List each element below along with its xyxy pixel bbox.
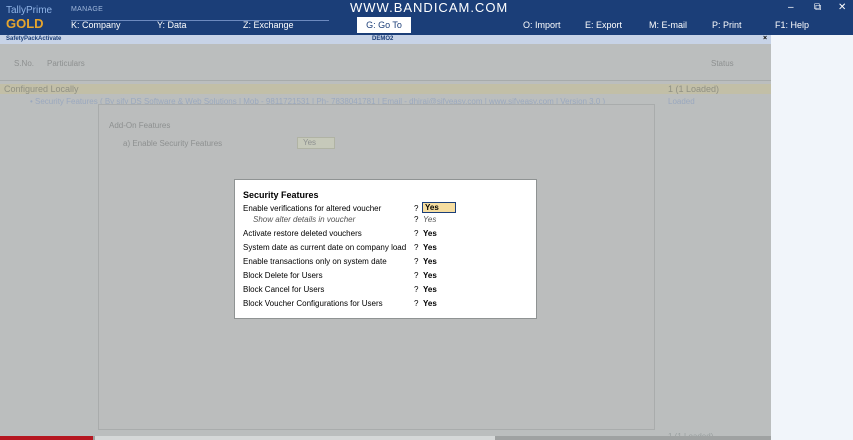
option-row-system-date: System date as current date on company l… — [243, 243, 533, 255]
close-screen-icon[interactable]: × — [763, 35, 767, 42]
option-value-field[interactable]: Yes — [423, 215, 436, 224]
option-value-field[interactable]: Yes — [423, 257, 437, 266]
option-question-mark: ? — [414, 215, 419, 224]
menu-data[interactable]: Y: Data — [157, 20, 187, 30]
menu-export[interactable]: E: Export — [585, 20, 622, 30]
group-row: Configured Locally 1 (1 Loaded) — [0, 84, 771, 94]
minimize-icon[interactable]: – — [788, 2, 794, 13]
button-panel — [771, 35, 853, 440]
menu-exchange[interactable]: Z: Exchange — [243, 20, 294, 30]
top-menu-bar: TallyPrime GOLD MANAGE K: Company Y: Dat… — [0, 0, 853, 35]
option-value-field[interactable]: Yes — [423, 271, 437, 280]
option-row-restore-deleted: Activate restore deleted vouchers ? Yes — [243, 229, 533, 241]
option-label: Show alter details in voucher — [253, 215, 356, 224]
option-value-field[interactable]: Yes — [423, 243, 437, 252]
app-name: TallyPrime — [6, 5, 53, 16]
restore-icon[interactable]: ⧉ — [814, 2, 821, 13]
col-status-header: Status — [711, 59, 734, 68]
progress-track — [95, 436, 495, 440]
col-sno-header: S.No. — [14, 59, 35, 68]
option-value-field[interactable]: Yes — [423, 229, 437, 238]
app-edition: GOLD — [6, 16, 44, 31]
option-row-transactions-system-date: Enable transactions only on system date … — [243, 257, 533, 269]
option-row-block-cancel: Block Cancel for Users ? Yes — [243, 285, 533, 297]
company-strip: SafetyPackActivate DEMO2 × — [0, 35, 771, 44]
item-status: Loaded — [668, 97, 695, 106]
option-question-mark: ? — [414, 243, 419, 252]
option-label: Block Delete for Users — [243, 271, 323, 280]
recorder-watermark: WWW.BANDICAM.COM — [350, 0, 509, 15]
header-divider — [0, 80, 771, 81]
menu-email[interactable]: M: E-mail — [649, 20, 687, 30]
group-title: Configured Locally — [4, 84, 79, 94]
option-value-field[interactable]: Yes — [423, 299, 437, 308]
option-question-mark: ? — [414, 257, 419, 266]
option-value-field[interactable]: Yes — [423, 285, 437, 294]
screen-name: SafetyPackActivate — [6, 36, 62, 42]
menu-company[interactable]: K: Company — [71, 20, 121, 30]
enable-security-label: a) Enable Security Features — [123, 139, 223, 148]
option-question-mark: ? — [414, 271, 419, 280]
option-label: Enable transactions only on system date — [243, 257, 387, 266]
security-features-dialog: Security Features Enable verifications f… — [234, 179, 537, 319]
option-value-field[interactable]: Yes — [422, 202, 456, 213]
section-label: MANAGE — [71, 6, 104, 13]
option-row-block-delete: Block Delete for Users ? Yes — [243, 271, 533, 283]
progress-bar — [0, 436, 771, 440]
menu-goto[interactable]: G: Go To — [357, 17, 411, 33]
addon-features-title: Add-On Features — [109, 121, 171, 130]
option-label: Activate restore deleted vouchers — [243, 229, 362, 238]
option-label: Enable verifications for altered voucher — [243, 204, 382, 213]
option-label: Block Cancel for Users — [243, 285, 325, 294]
option-question-mark: ? — [414, 285, 419, 294]
group-status: 1 (1 Loaded) — [668, 84, 720, 94]
progress-fill — [0, 436, 93, 440]
menu-import[interactable]: O: Import — [523, 20, 561, 30]
menu-print[interactable]: P: Print — [712, 20, 742, 30]
option-label: Block Voucher Configurations for Users — [243, 299, 383, 308]
option-row-block-voucher-config: Block Voucher Configurations for Users ?… — [243, 299, 533, 311]
enable-security-field[interactable]: Yes — [297, 137, 335, 149]
option-label: System date as current date on company l… — [243, 243, 407, 252]
menu-help[interactable]: F1: Help — [775, 20, 809, 30]
option-question-mark: ? — [414, 229, 419, 238]
company-name: DEMO2 — [372, 36, 394, 42]
col-particulars-header: Particulars — [47, 59, 85, 68]
option-question-mark: ? — [414, 204, 419, 213]
option-question-mark: ? — [414, 299, 419, 308]
dialog-title: Security Features — [243, 190, 319, 200]
close-window-icon[interactable]: ✕ — [838, 2, 846, 13]
option-row-show-alter-details: Show alter details in voucher ? Yes — [243, 215, 533, 227]
